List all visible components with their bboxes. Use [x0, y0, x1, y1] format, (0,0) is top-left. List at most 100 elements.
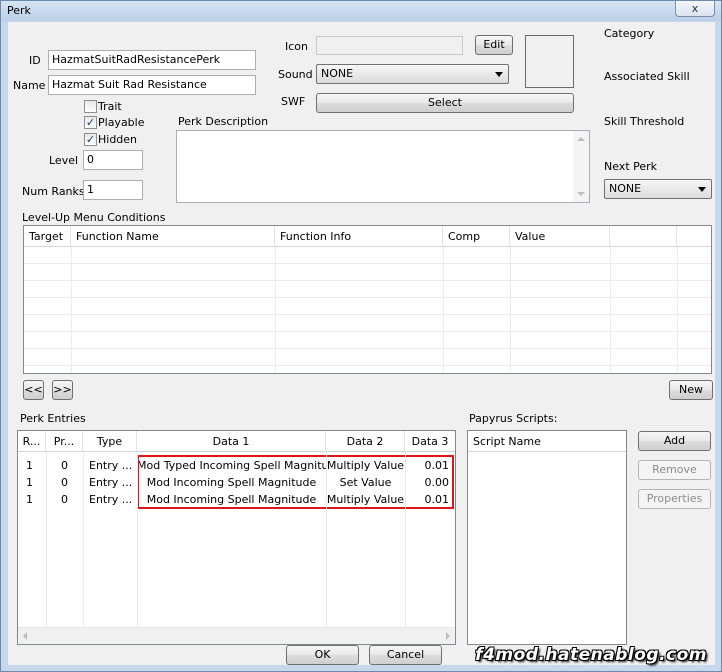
entry-rank: 1 [26, 476, 33, 489]
grid-column-line [443, 247, 444, 373]
watermark: f4mod.hatenablog.com [475, 645, 707, 665]
grid-column-line [275, 247, 276, 373]
conditions-label: Level-Up Menu Conditions [22, 211, 166, 224]
name-input[interactable]: Hazmat Suit Rad Resistance [48, 75, 256, 95]
perk-entries-label: Perk Entries [20, 412, 86, 425]
check-icon: ✓ [85, 116, 96, 129]
num-ranks-label: Num Ranks [22, 185, 85, 198]
grid-column-line [326, 452, 327, 627]
window-title: Perk [7, 4, 31, 17]
highlight-box [137, 455, 454, 509]
entries-col-data2[interactable]: Data 2 [326, 431, 405, 452]
conditions-col-extra [610, 226, 677, 247]
entries-col-rank[interactable]: R... [18, 431, 46, 452]
scroll-left-icon [23, 632, 27, 640]
chevron-down-icon [495, 72, 503, 77]
prev-condition-button[interactable]: << [23, 380, 44, 400]
num-ranks-input[interactable]: 1 [83, 180, 143, 200]
add-script-button[interactable]: Add [638, 431, 711, 451]
next-perk-dropdown[interactable]: NONE [604, 179, 712, 199]
scroll-down-icon [577, 192, 585, 196]
table-row [24, 264, 711, 281]
icon-label: Icon [285, 40, 308, 53]
papyrus-scripts-list[interactable]: Script Name [467, 430, 627, 645]
entries-horizontal-scrollbar[interactable] [18, 627, 455, 644]
perk-description-textarea[interactable] [176, 130, 590, 203]
entries-col-priority[interactable]: Pr... [46, 431, 83, 452]
associated-skill-label: Associated Skill [604, 70, 690, 83]
playable-checkbox[interactable]: ✓ [84, 116, 97, 129]
conditions-col-function-name[interactable]: Function Name [71, 226, 275, 247]
check-icon: ✓ [85, 133, 96, 146]
close-icon: x [691, 2, 699, 15]
skill-threshold-label: Skill Threshold [604, 115, 685, 128]
table-row [24, 281, 711, 298]
table-row [24, 332, 711, 349]
grid-column-line [510, 247, 511, 373]
conditions-col-comp[interactable]: Comp [443, 226, 510, 247]
scroll-up-icon [577, 137, 585, 141]
level-label: Level [49, 154, 79, 167]
sound-dropdown[interactable]: NONE [316, 64, 509, 84]
entry-type: Entry ... [89, 459, 133, 472]
scroll-right-icon [446, 632, 450, 640]
grid-column-line [71, 247, 72, 373]
hidden-label: Hidden [98, 133, 138, 146]
conditions-col-value[interactable]: Value [510, 226, 610, 247]
perk-window: Perk x ID HazmatSuitRadResistancePerk Na… [0, 0, 722, 672]
next-perk-label: Next Perk [604, 160, 658, 173]
trait-checkbox[interactable] [84, 100, 97, 113]
category-label: Category [604, 27, 655, 40]
title-bar[interactable]: Perk x [1, 1, 721, 21]
select-swf-button[interactable]: Select [316, 93, 574, 113]
entries-col-data3[interactable]: Data 3 [405, 431, 455, 452]
papyrus-scripts-label: Papyrus Scripts: [469, 412, 558, 425]
grid-column-line [46, 452, 47, 627]
hidden-checkbox[interactable]: ✓ [84, 133, 97, 146]
entry-priority: 0 [61, 493, 68, 506]
entry-rank: 1 [26, 459, 33, 472]
remove-script-button[interactable]: Remove [638, 460, 711, 480]
conditions-table[interactable]: Target Function Name Function Info Comp … [23, 225, 712, 374]
description-scrollbar[interactable] [573, 131, 589, 202]
ok-button[interactable]: OK [286, 645, 359, 665]
entry-rank: 1 [26, 493, 33, 506]
perk-entries-table[interactable]: R... Pr... Type Data 1 Data 2 Data 3 1 0… [17, 430, 456, 645]
id-label: ID [29, 54, 41, 67]
entry-priority: 0 [61, 459, 68, 472]
close-button[interactable]: x [675, 1, 715, 17]
cancel-button[interactable]: Cancel [369, 645, 442, 665]
conditions-col-function-info[interactable]: Function Info [275, 226, 443, 247]
id-input[interactable]: HazmatSuitRadResistancePerk [48, 50, 256, 70]
entry-type: Entry ... [89, 476, 133, 489]
trait-label: Trait [98, 100, 122, 113]
icon-input[interactable] [316, 36, 463, 55]
edit-icon-button[interactable]: Edit [475, 35, 513, 55]
grid-column-line [137, 452, 138, 627]
table-row [24, 247, 711, 264]
table-row [24, 315, 711, 332]
swf-label: SWF [281, 95, 306, 108]
entries-col-data1[interactable]: Data 1 [137, 431, 326, 452]
papyrus-col-script-name[interactable]: Script Name [468, 431, 626, 452]
name-label: Name [13, 79, 46, 92]
table-row [24, 298, 711, 315]
new-condition-button[interactable]: New [669, 380, 713, 400]
grid-column-line [677, 247, 678, 373]
grid-column-line [610, 247, 611, 373]
dialog-client: ID HazmatSuitRadResistancePerk Name Hazm… [8, 22, 715, 665]
grid-column-line [405, 452, 406, 627]
sound-label: Sound [278, 68, 313, 81]
grid-column-line [83, 452, 84, 627]
next-condition-button[interactable]: >> [52, 380, 73, 400]
entries-col-type[interactable]: Type [83, 431, 137, 452]
chevron-down-icon [698, 187, 706, 192]
entry-priority: 0 [61, 476, 68, 489]
conditions-col-filler [677, 226, 711, 247]
perk-description-label: Perk Description [178, 115, 269, 128]
conditions-col-target[interactable]: Target [24, 226, 71, 247]
playable-label: Playable [98, 116, 145, 129]
entry-type: Entry ... [89, 493, 133, 506]
level-input[interactable]: 0 [83, 150, 143, 170]
script-properties-button[interactable]: Properties [638, 489, 711, 509]
